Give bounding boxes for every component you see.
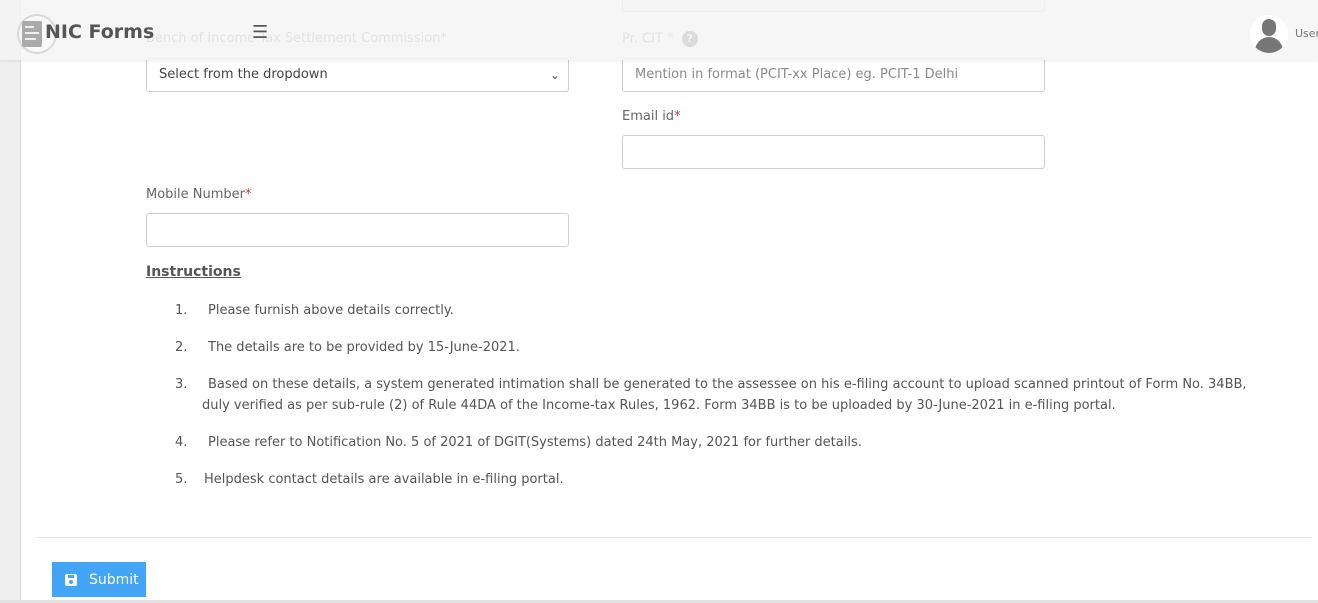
pr-cit-input[interactable]: Mention in format (PCIT-xx Place) eg. PC… xyxy=(622,58,1045,92)
hamburger-icon[interactable]: ☰ xyxy=(252,24,268,42)
save-icon xyxy=(65,573,77,586)
email-input[interactable] xyxy=(622,135,1045,169)
bench-select[interactable]: Select from the dropdown ⌄ xyxy=(146,58,569,92)
app-brand[interactable]: NIC Forms xyxy=(45,21,154,43)
form-footer-divider xyxy=(37,537,1311,538)
form-content: Bench of Income Tax Settlement Commissio… xyxy=(0,0,1318,603)
user-avatar-icon[interactable] xyxy=(1250,15,1288,53)
email-label: Email id* xyxy=(622,109,681,124)
mobile-input[interactable] xyxy=(146,213,569,247)
instructions-heading: Instructions xyxy=(146,264,241,280)
mobile-label: Mobile Number* xyxy=(146,187,252,202)
user-name[interactable]: User xyxy=(1295,27,1318,40)
submit-button[interactable]: Submit xyxy=(52,562,146,597)
chevron-down-icon: ⌄ xyxy=(549,68,560,82)
top-header: NIC Forms ☰ User xyxy=(0,0,1318,60)
